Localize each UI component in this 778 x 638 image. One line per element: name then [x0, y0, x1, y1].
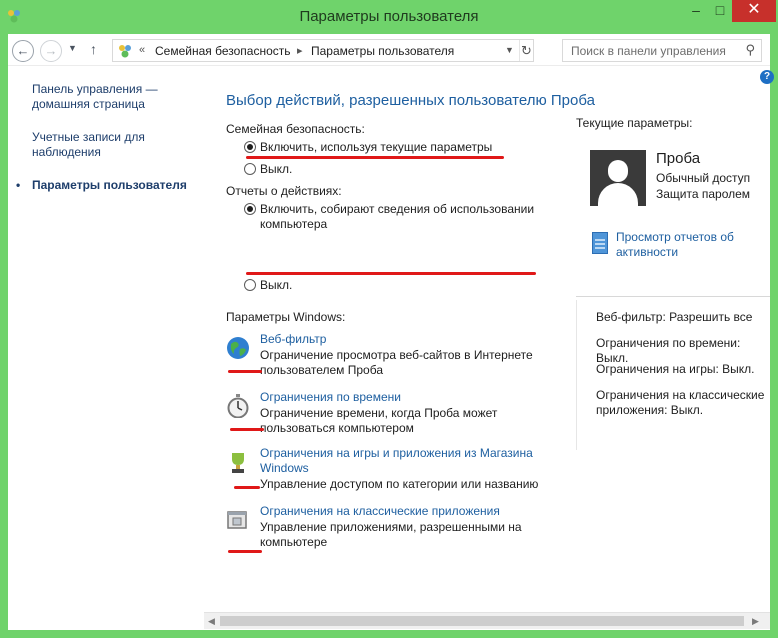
- up-arrow-icon[interactable]: ↑: [90, 41, 97, 57]
- window-frame: Параметры пользователя – □ ✕ ← → ▼ ↑ « С…: [0, 0, 778, 638]
- web-filter-setting: Веб-фильтр Ограничение просмотра веб-сай…: [226, 332, 566, 378]
- chevron-right-icon: ▸: [297, 45, 303, 57]
- report-document-icon: [592, 232, 608, 254]
- scrollbar-thumb[interactable]: [220, 616, 744, 626]
- annotation-underline: [230, 428, 264, 431]
- breadcrumb-user-settings[interactable]: Параметры пользователя: [311, 44, 454, 58]
- nav-link-control-panel-home[interactable]: Панель управления — домашняя страница: [32, 82, 192, 112]
- games-apps-link[interactable]: Ограничения на игры и приложения из Мага…: [260, 446, 560, 476]
- annotation-underline: [246, 272, 536, 275]
- web-filter-status: Веб-фильтр: Разрешить все: [596, 310, 753, 324]
- view-activity-reports-link[interactable]: Просмотр отчетов об активности: [616, 230, 766, 260]
- annotation-underline: [228, 550, 262, 553]
- window-title: Параметры пользователя: [299, 8, 479, 25]
- minimize-icon[interactable]: –: [684, 0, 708, 22]
- desktop-apps-status: Ограничения на классические приложения: …: [596, 388, 765, 417]
- nav-item-user-settings-label: Параметры пользователя: [32, 178, 187, 192]
- web-filter-link[interactable]: Веб-фильтр: [260, 332, 560, 347]
- games-apps-setting: Ограничения на игры и приложения из Мага…: [226, 446, 566, 492]
- desktop-apps-link[interactable]: Ограничения на классические приложения: [260, 504, 560, 519]
- windows-settings-label: Параметры Windows:: [226, 310, 346, 324]
- address-history-chevron-icon[interactable]: ▼: [505, 45, 514, 55]
- radio-unselected-icon[interactable]: [244, 279, 256, 291]
- maximize-icon[interactable]: □: [708, 0, 732, 22]
- app-window-icon: [227, 511, 247, 529]
- annotation-underline: [228, 370, 262, 373]
- family-safety-off-radio[interactable]: Выкл.: [244, 162, 324, 178]
- time-limits-description: Ограничение времени, когда Проба может п…: [260, 406, 498, 435]
- radio-unselected-icon[interactable]: [244, 163, 256, 175]
- stopwatch-icon: [227, 394, 249, 418]
- radio-selected-icon[interactable]: [244, 141, 256, 153]
- page-title: Выбор действий, разрешенных пользователю…: [226, 92, 595, 109]
- globe-icon: [227, 337, 249, 359]
- activity-reports-on-radio[interactable]: Включить, собирают сведения об использов…: [244, 202, 554, 234]
- web-filter-description: Ограничение просмотра веб-сайтов в Интер…: [260, 348, 533, 377]
- breadcrumb-family-safety[interactable]: Семейная безопасность: [155, 44, 291, 58]
- time-limits-link[interactable]: Ограничения по времени: [260, 390, 560, 405]
- forward-arrow-icon[interactable]: →: [40, 40, 62, 62]
- user-name: Проба: [656, 150, 701, 167]
- games-apps-description: Управление доступом по категории или наз…: [260, 477, 539, 491]
- address-row: ← → ▼ ↑ « Семейная безопасность ▸ Параме…: [8, 34, 770, 66]
- activity-reports-off-label: Выкл.: [260, 278, 293, 292]
- trophy-icon: [232, 453, 244, 473]
- current-settings-label: Текущие параметры:: [576, 116, 693, 130]
- window-content: ← → ▼ ↑ « Семейная безопасность ▸ Параме…: [8, 34, 774, 630]
- desktop-apps-setting: Ограничения на классические приложения У…: [226, 504, 566, 550]
- scroll-right-icon[interactable]: ▶: [752, 616, 759, 627]
- help-icon[interactable]: ?: [760, 70, 774, 84]
- activity-reports-off-radio[interactable]: Выкл.: [244, 278, 324, 294]
- search-placeholder: Поиск в панели управления: [571, 44, 726, 58]
- nav-item-user-settings: • Параметры пользователя: [16, 178, 192, 193]
- user-password-status: Защита паролем: [656, 187, 751, 201]
- title-bar: Параметры пользователя – □ ✕: [0, 0, 778, 34]
- family-safety-off-label: Выкл.: [260, 162, 293, 176]
- family-safety-on-radio[interactable]: Включить, используя текущие параметры: [244, 140, 534, 156]
- left-navigation: Панель управления — домашняя страница Уч…: [16, 82, 192, 211]
- search-input[interactable]: Поиск в панели управления ⚲: [562, 39, 762, 62]
- address-bar[interactable]: « Семейная безопасность ▸ Параметры поль…: [112, 39, 534, 62]
- time-limits-setting: Ограничения по времени Ограничение време…: [226, 390, 566, 436]
- annotation-underline: [246, 156, 504, 159]
- radio-selected-icon[interactable]: [244, 203, 256, 215]
- nav-link-monitored-accounts[interactable]: Учетные записи для наблюдения: [32, 130, 192, 160]
- recent-locations-chevron-icon[interactable]: ▼: [68, 43, 77, 53]
- back-arrow-icon[interactable]: ←: [12, 40, 34, 62]
- user-account-type: Обычный доступ: [656, 171, 751, 185]
- games-limits-status: Ограничения на игры: Выкл.: [596, 362, 755, 376]
- family-safety-on-label: Включить, используя текущие параметры: [260, 140, 493, 154]
- panel-vertical-divider: [576, 300, 577, 450]
- refresh-icon[interactable]: ↻: [519, 40, 533, 61]
- scroll-left-icon[interactable]: ◀: [208, 616, 215, 627]
- annotation-underline: [234, 486, 260, 489]
- user-avatar-icon: [590, 150, 646, 206]
- family-safety-label: Семейная безопасность:: [226, 122, 365, 136]
- activity-reports-on-label: Включить, собирают сведения об использов…: [260, 202, 535, 231]
- search-icon[interactable]: ⚲: [745, 42, 755, 58]
- panel-divider: [576, 296, 770, 297]
- current-page-bullet: •: [16, 178, 21, 192]
- family-safety-crumb-icon: [119, 45, 131, 58]
- close-icon[interactable]: ✕: [732, 0, 776, 22]
- desktop-apps-description: Управление приложениями, разрешенными на…: [260, 520, 522, 549]
- breadcrumb-overflow[interactable]: «: [139, 44, 145, 56]
- horizontal-scrollbar[interactable]: ◀ ▶: [204, 612, 770, 629]
- activity-reports-label: Отчеты о действиях:: [226, 184, 342, 198]
